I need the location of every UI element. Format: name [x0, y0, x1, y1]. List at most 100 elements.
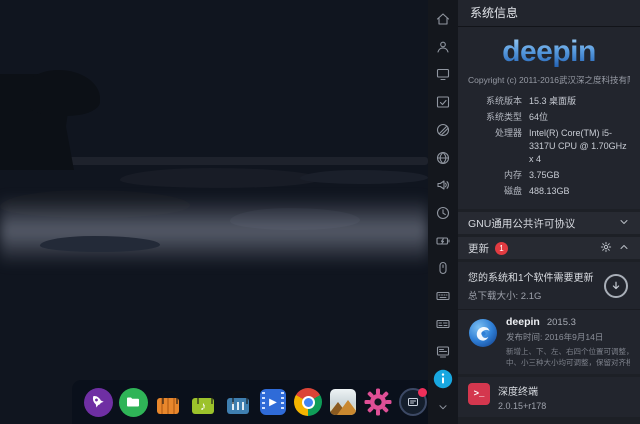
sidebar-item-sound[interactable] [428, 171, 458, 199]
desktop: ♪ ▶ [0, 0, 640, 424]
update-item-terminal: >_ 深度终端 2.0.15+r178 [458, 377, 640, 417]
info-label: 磁盘 [468, 185, 522, 198]
info-value: 488.13GB [529, 185, 630, 198]
sidebar-item-display[interactable] [428, 60, 458, 88]
dock: ♪ ▶ [72, 380, 428, 424]
page-title: 系统信息 [458, 0, 640, 27]
music-note-glyph: ♪ [200, 400, 206, 412]
deepin-swirl-icon [468, 318, 498, 348]
sidebar-item-power[interactable] [428, 227, 458, 255]
update-version: 2015.3 [547, 317, 576, 328]
download-arrow-icon [610, 280, 622, 292]
sidebar-item-network[interactable] [428, 144, 458, 172]
info-icon [433, 369, 453, 389]
wallpaper-rocks [120, 168, 320, 188]
license-section-header[interactable]: GNU通用公共许可协议 [458, 212, 640, 234]
launcher-icon[interactable] [83, 387, 113, 417]
mouse-icon [435, 260, 451, 276]
sidebar-item-system-info-active[interactable] [428, 366, 458, 394]
update-settings-gear-icon[interactable] [600, 241, 612, 256]
info-value: 3.75GB [529, 169, 630, 182]
info-label: 系统版本 [468, 95, 522, 108]
app-store-icon[interactable] [153, 387, 183, 417]
game-center-icon[interactable] [223, 387, 253, 417]
control-center-icon[interactable] [363, 387, 393, 417]
info-row-processor: 处理器 Intel(R) Core(TM) i5-3317U CPU @ 1.7… [468, 127, 630, 166]
wallpaper [0, 0, 428, 424]
folder-icon [125, 394, 141, 410]
release-notes: 新增上、下、左、右四个位置可调整，新增窗口大、 中、小三种大小均可调整，保留对齐… [506, 346, 630, 368]
license-title: GNU通用公共许可协议 [468, 216, 575, 231]
sidebar-item-shortcuts[interactable] [428, 310, 458, 338]
notification-dot [418, 388, 427, 397]
info-label: 处理器 [468, 127, 522, 166]
chrome-icon[interactable] [293, 387, 323, 417]
sidebar-item-datetime[interactable] [428, 199, 458, 227]
boot-screen-icon [435, 344, 451, 360]
brush-icon [435, 122, 451, 138]
control-center-sidebar [428, 0, 458, 424]
chevron-up-icon[interactable] [618, 241, 630, 256]
music-icon[interactable]: ♪ [188, 387, 218, 417]
home-icon [435, 11, 451, 27]
update-name: deepin [506, 316, 540, 328]
window-glyph [407, 396, 419, 408]
terminal-icon: >_ [468, 383, 490, 405]
sidebar-item-boot-menu[interactable] [428, 338, 458, 366]
user-icon [435, 39, 451, 55]
chevron-down-icon [618, 216, 630, 231]
file-manager-icon[interactable] [118, 387, 148, 417]
info-value: 15.3 桌面版 [529, 95, 630, 108]
wallpaper-rocks [60, 157, 428, 165]
chevron-down-icon [436, 400, 450, 414]
system-info-block: deepin Copyright (c) 2011-2016武汉深之度科技有限公… [458, 27, 640, 209]
deepin-logo: deepin [468, 35, 630, 69]
bars-glyph [232, 402, 244, 410]
sidebar-item-mouse[interactable] [428, 255, 458, 283]
keyboard-icon [435, 288, 451, 304]
movie-icon[interactable]: ▶ [258, 387, 288, 417]
sidebar-scroll-more[interactable] [428, 393, 458, 421]
info-value: 64位 [529, 111, 630, 124]
release-notes-line: 中、小三种大小均可调整，保留对齐模 … [506, 358, 630, 367]
window-check-icon [435, 94, 451, 110]
wallpaper-mist [0, 196, 428, 266]
tray-updater-icon[interactable] [398, 387, 428, 417]
copyright-text: Copyright (c) 2011-2016武汉深之度科技有限公司 [468, 74, 630, 86]
wallpaper-tree [22, 70, 100, 116]
gear-icon [363, 387, 393, 417]
info-row-memory: 内存 3.75GB [468, 169, 630, 182]
shortcut-keys-icon [435, 316, 451, 332]
sidebar-item-keyboard[interactable] [428, 282, 458, 310]
info-value: Intel(R) Core(TM) i5-3317U CPU @ 1.70GHz… [529, 127, 630, 166]
speaker-icon [435, 177, 451, 193]
sidebar-item-personalization[interactable] [428, 116, 458, 144]
release-notes-line: 新增上、下、左、右四个位置可调整，新增窗口大、 [506, 346, 630, 357]
sidebar-item-default-apps[interactable] [428, 88, 458, 116]
play-glyph: ▶ [269, 397, 277, 408]
info-label: 系统类型 [468, 111, 522, 124]
system-info-panel: 系统信息 deepin Copyright (c) 2011-2016武汉深之度… [458, 0, 640, 424]
image-viewer-icon[interactable] [328, 387, 358, 417]
update-count-badge: 1 [495, 242, 508, 255]
wallpaper-rocks [300, 170, 428, 184]
info-row-version: 系统版本 15.3 桌面版 [468, 95, 630, 108]
release-date: 发布时间: 2016年9月14日 [506, 331, 630, 343]
clock-icon [435, 205, 451, 221]
battery-icon [435, 233, 451, 249]
rocket-icon [84, 388, 112, 416]
update-section-header[interactable]: 更新 1 [458, 237, 640, 259]
info-row-disk: 磁盘 488.13GB [468, 185, 630, 198]
update-name: 深度终端 [498, 383, 546, 398]
download-all-button[interactable] [604, 274, 628, 298]
monitor-icon [435, 66, 451, 82]
sidebar-item-account[interactable] [428, 33, 458, 61]
wallpaper-rocks [40, 236, 160, 252]
update-summary-row: 您的系统和1个软件需要更新 总下载大小: 2.1G [458, 262, 640, 309]
sidebar-item-home[interactable] [428, 5, 458, 33]
info-label: 内存 [468, 169, 522, 182]
update-summary-text: 您的系统和1个软件需要更新 [468, 269, 604, 284]
update-title: 更新 [468, 241, 489, 256]
download-size-text: 总下载大小: 2.1G [468, 288, 604, 302]
globe-icon [435, 150, 451, 166]
